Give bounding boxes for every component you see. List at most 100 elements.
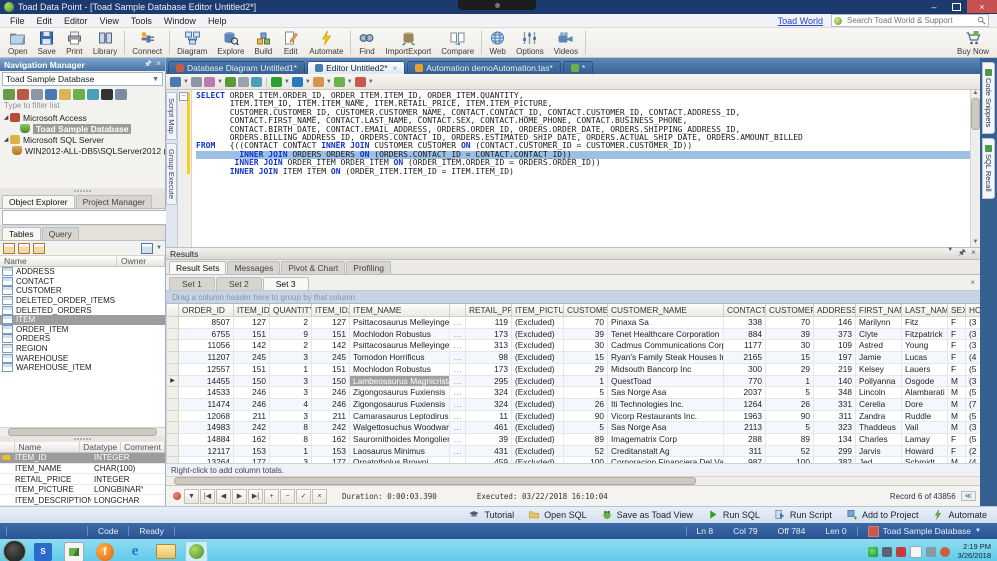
export-icon[interactable]: [250, 76, 262, 87]
grid-cell[interactable]: Lucas: [901, 351, 948, 364]
grid-cell[interactable]: Tomodon Horrificus: [349, 351, 450, 364]
grid-cell[interactable]: Thaddeus: [855, 421, 902, 435]
grid-cell[interactable]: 211: [311, 410, 350, 423]
taskbar-clock[interactable]: 2:19 PM 3/26/2018: [958, 542, 991, 560]
grid-cell[interactable]: 5: [765, 386, 814, 399]
grid-cell[interactable]: F: [947, 316, 966, 329]
column-header-item_name[interactable]: ITEM_NAME: [349, 304, 450, 317]
grid-cell[interactable]: Lamay: [901, 433, 948, 446]
grid-cell[interactable]: 151: [311, 363, 350, 376]
grid-cell[interactable]: 242: [311, 421, 350, 435]
column-header-item_id1[interactable]: ITEM_ID1: [311, 304, 350, 317]
set-tab-set-3[interactable]: Set 3: [262, 277, 309, 290]
grid-cell[interactable]: 323: [813, 421, 856, 435]
connection-dropdown[interactable]: Toad Sample Database ▼: [2, 72, 163, 86]
grid-cell[interactable]: 90: [765, 410, 814, 423]
commit-icon[interactable]: [333, 76, 345, 87]
grid-hscrollbar[interactable]: [166, 476, 980, 485]
grid-cell[interactable]: 11056: [178, 339, 234, 353]
grid-cell[interactable]: 324: [465, 386, 512, 399]
oracle-icon[interactable]: [101, 88, 113, 100]
sql-editor[interactable]: SELECT ORDER_ITEM.ORDER_ID, ORDER_ITEM.I…: [192, 90, 970, 247]
grid-cell[interactable]: 4: [269, 398, 312, 411]
grid-cell[interactable]: 2: [269, 339, 312, 353]
toolbar-button-edit[interactable]: Edit: [277, 28, 304, 57]
tray-status-icon[interactable]: [867, 546, 878, 557]
grid-cell[interactable]: (Excluded): [511, 316, 564, 329]
grid-cell[interactable]: 348: [813, 386, 856, 399]
alter-table-icon[interactable]: [18, 242, 30, 254]
grid-cell[interactable]: 29: [765, 363, 814, 376]
grid-cell[interactable]: 11: [465, 410, 512, 423]
grid-cell[interactable]: 331: [813, 398, 856, 411]
grid-cell[interactable]: Alambarati: [901, 386, 948, 399]
column-header-customer_id1[interactable]: CUSTOMER_ID1: [765, 304, 814, 317]
search-box[interactable]: [831, 14, 989, 27]
toolbar-button-options[interactable]: Options: [511, 28, 549, 57]
grid-cell[interactable]: Osgode: [901, 375, 948, 388]
grid-cell[interactable]: Cadmus Communications Corporation: [607, 339, 724, 353]
grid-cell[interactable]: 2: [269, 316, 312, 329]
grid-cell[interactable]: 311: [813, 410, 856, 423]
grid-cell[interactable]: 884: [723, 328, 766, 341]
execute-icon[interactable]: [270, 76, 282, 87]
column-header-last_name[interactable]: LAST_NAME: [901, 304, 948, 317]
grid-cell[interactable]: 246: [233, 398, 270, 411]
grid-cell[interactable]: 373: [813, 328, 856, 341]
dropdown-caret-icon[interactable]: ▼: [183, 79, 189, 85]
grid-row[interactable]: 12117 153 1 153 Laosaurus Minimus… 431 (Exclud…: [166, 445, 996, 458]
column-header-ellipsis[interactable]: [449, 304, 466, 317]
grid-cell[interactable]: …: [449, 351, 466, 364]
grid-cell[interactable]: F: [947, 328, 966, 341]
open-sql-button[interactable]: Open SQL: [528, 509, 587, 522]
grid-cell[interactable]: 242: [233, 421, 270, 435]
results-close-icon[interactable]: ×: [971, 247, 976, 261]
collapse-panel-icon[interactable]: ≪: [960, 491, 976, 501]
refresh-icon[interactable]: [31, 88, 43, 100]
grid-cell[interactable]: 3: [269, 351, 312, 364]
taskbar-app-image-editor[interactable]: [61, 540, 87, 561]
last-record-button[interactable]: ▶|: [248, 488, 263, 504]
rollback-icon[interactable]: [354, 76, 366, 87]
column-row[interactable]: ITEM_ID INTEGER: [0, 453, 165, 464]
menu-item-edit[interactable]: Edit: [31, 16, 59, 26]
grid-cell[interactable]: 39: [465, 433, 512, 446]
add-to-project-button[interactable]: Add to Project: [846, 509, 918, 522]
grid-cell[interactable]: 89: [563, 433, 608, 446]
column-header-sex[interactable]: SEX: [947, 304, 966, 317]
grid-cell[interactable]: …: [449, 328, 466, 341]
table-list-item[interactable]: ORDERS: [0, 334, 165, 344]
columns-header[interactable]: Name Datatype Comment: [0, 442, 165, 454]
print-icon[interactable]: [237, 76, 249, 87]
grid-cell[interactable]: 12117: [178, 445, 234, 458]
column-header-order_id[interactable]: ORDER_ID: [178, 304, 234, 317]
toolbar-button-build[interactable]: Build: [249, 28, 277, 57]
prior-record-button[interactable]: ◀: [216, 488, 231, 504]
close-panel-icon[interactable]: ×: [156, 58, 161, 72]
record-options-caret[interactable]: ▼: [184, 488, 199, 504]
totals-hint-bar[interactable]: Right-click to add column totals.: [166, 463, 980, 476]
grid-cell[interactable]: 162: [311, 433, 350, 446]
taskbar-app-internet-explorer[interactable]: e: [123, 541, 147, 561]
table-list-item[interactable]: CONTACT: [0, 276, 165, 287]
grid-cell[interactable]: Vail: [901, 421, 948, 435]
tree-node[interactable]: ◢ Microsoft SQL Server: [0, 134, 165, 145]
grid-cell[interactable]: Zigongosaurus Fuxiensis: [349, 386, 450, 399]
tables-list-header[interactable]: Name Owner: [0, 256, 165, 267]
grid-cell[interactable]: Kelsey: [855, 363, 902, 376]
grid-cell[interactable]: 219: [813, 363, 856, 376]
grid-cell[interactable]: (Excluded): [511, 339, 564, 353]
tab-query[interactable]: Query: [41, 227, 79, 240]
toolbar-button-explore[interactable]: Explore: [212, 28, 249, 57]
code-fold-icon[interactable]: –: [179, 92, 188, 101]
toolbar-button-compare[interactable]: Compare: [436, 28, 479, 57]
grid-cell[interactable]: 89: [765, 433, 814, 446]
grid-cell[interactable]: 1177: [723, 339, 766, 353]
dropdown-caret-icon[interactable]: ▼: [217, 79, 223, 85]
grid-cell[interactable]: M: [947, 421, 966, 435]
document-tab[interactable]: Editor Untitled2* ×: [307, 61, 406, 74]
toolbar-button-importexport[interactable]: ImportExport: [380, 28, 436, 57]
grid-cell[interactable]: 127: [311, 316, 350, 329]
grid-cell[interactable]: 140: [813, 375, 856, 388]
grid-cell[interactable]: Ruddle: [901, 410, 948, 423]
